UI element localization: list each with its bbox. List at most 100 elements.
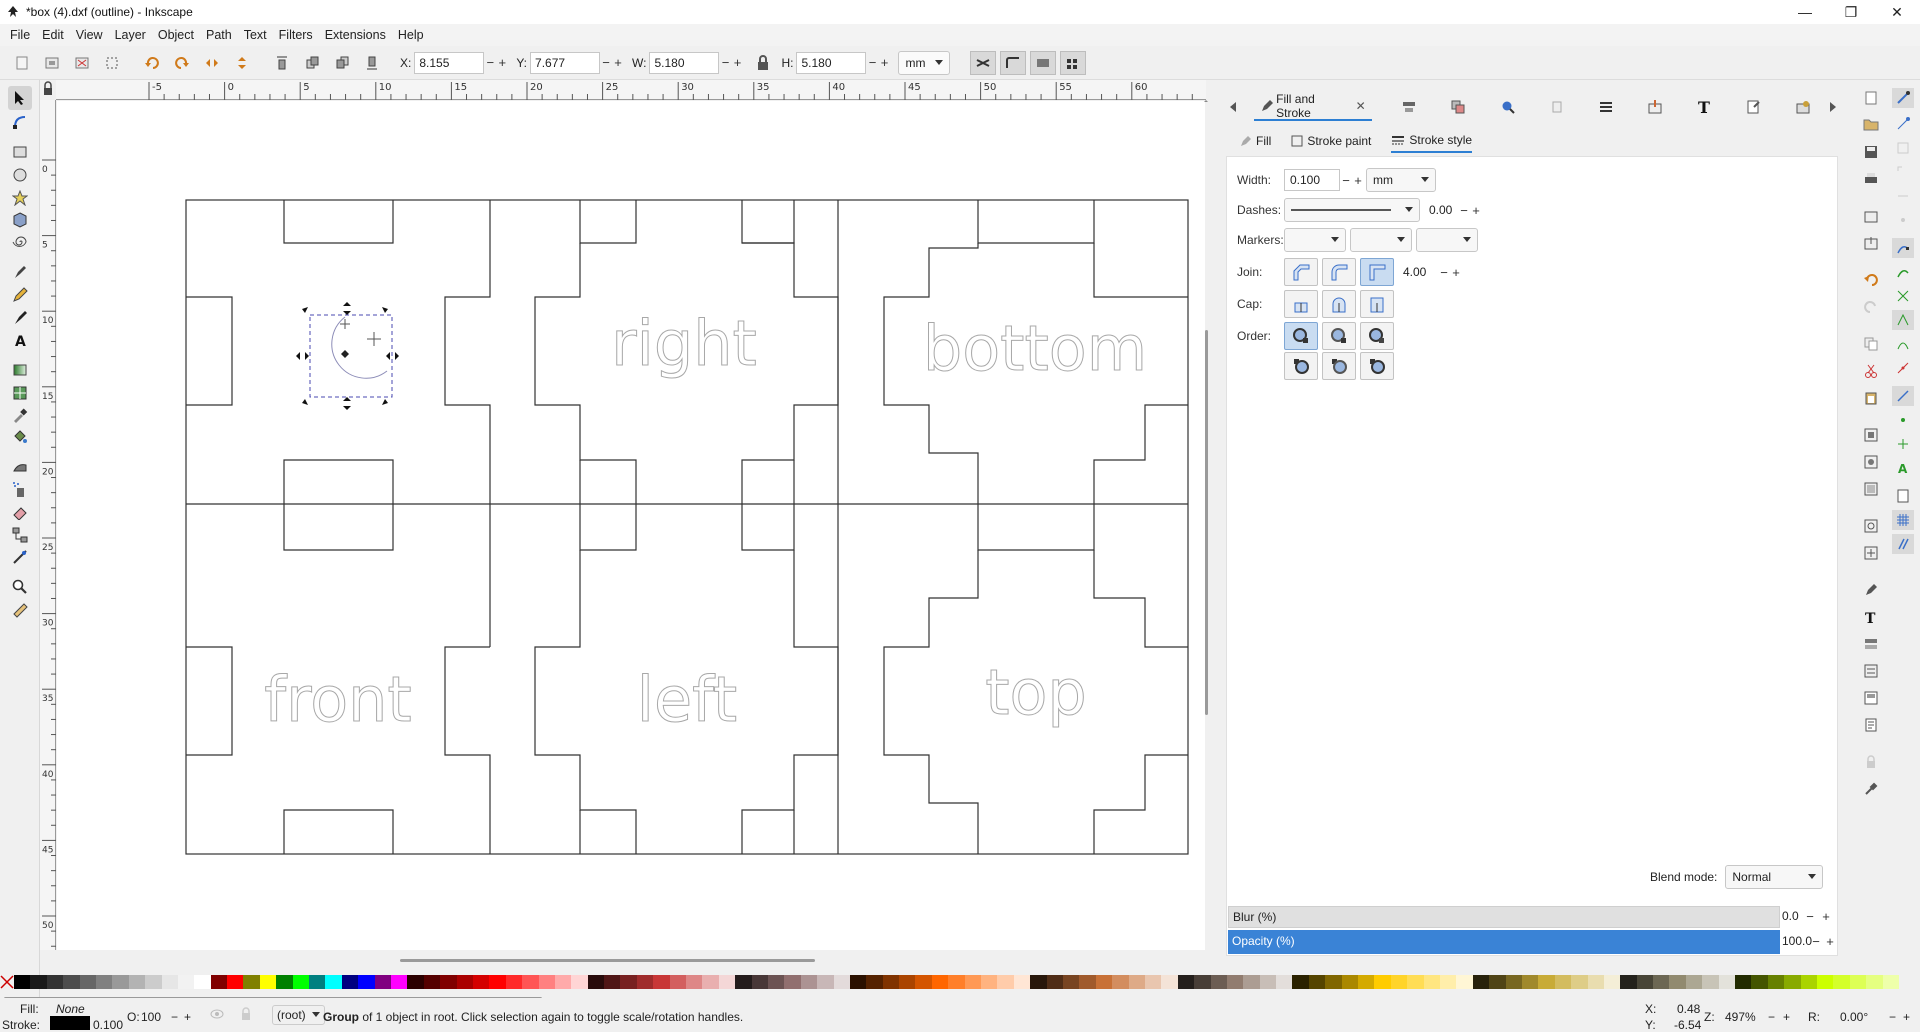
- node-tool-icon[interactable]: [8, 110, 32, 134]
- snap-paths-icon[interactable]: [1892, 262, 1914, 282]
- opacity-slider[interactable]: Opacity (%): [1228, 930, 1780, 954]
- text-and-font-icon[interactable]: T: [1860, 607, 1882, 627]
- stroke-width-value[interactable]: 0.100: [93, 1018, 123, 1032]
- palette-swatch[interactable]: [95, 975, 113, 989]
- palette-swatch[interactable]: [1767, 975, 1785, 989]
- palette-swatch[interactable]: [1653, 975, 1670, 989]
- menu-view[interactable]: View: [70, 28, 109, 42]
- palette-swatch[interactable]: [407, 975, 424, 989]
- palette-swatch[interactable]: [538, 975, 555, 989]
- width-unit-select[interactable]: mm: [1366, 168, 1436, 192]
- palette-swatch[interactable]: [341, 975, 359, 989]
- connector-tool-icon[interactable]: [8, 523, 32, 547]
- order-fill-markers-stroke-icon[interactable]: [1360, 322, 1394, 350]
- snap-bbox-corners-icon[interactable]: [1892, 162, 1914, 182]
- lock-icon[interactable]: [1860, 752, 1882, 772]
- palette-swatch[interactable]: [686, 975, 703, 989]
- palette-swatch[interactable]: [1439, 975, 1457, 989]
- drawing-canvas[interactable]: right bottom front left top: [57, 101, 1205, 950]
- palette-swatch[interactable]: [1669, 975, 1686, 989]
- paste-icon[interactable]: [1860, 388, 1882, 408]
- palette-swatch[interactable]: [1882, 975, 1899, 989]
- palette-swatch[interactable]: [194, 975, 211, 989]
- opacity-o-increment[interactable]: +: [184, 1010, 191, 1024]
- palette-swatch[interactable]: [751, 975, 768, 989]
- blur-increment[interactable]: +: [1820, 909, 1832, 924]
- text-tool-icon[interactable]: A: [8, 328, 32, 352]
- palette-swatch[interactable]: [14, 975, 31, 989]
- zoom-increment[interactable]: +: [1783, 1010, 1790, 1024]
- cut-icon[interactable]: [1860, 361, 1882, 381]
- raise-icon[interactable]: [300, 51, 324, 75]
- palette-swatch[interactable]: [1079, 975, 1096, 989]
- snap-nodes-icon[interactable]: [1892, 238, 1914, 258]
- palette-swatch[interactable]: [587, 975, 605, 989]
- zoom-decrement[interactable]: −: [1768, 1010, 1775, 1024]
- dash-pattern-select[interactable]: [1284, 198, 1420, 222]
- bezier-pen-tool-icon[interactable]: [8, 260, 32, 284]
- palette-swatch[interactable]: [1800, 975, 1817, 989]
- palette-swatch[interactable]: [702, 975, 719, 989]
- miter-limit-input[interactable]: 4.00: [1398, 261, 1438, 283]
- palette-swatch[interactable]: [1423, 975, 1440, 989]
- x-input[interactable]: 8.155: [414, 51, 485, 74]
- palette-swatch[interactable]: [784, 975, 801, 989]
- mesh-tool-icon[interactable]: [8, 381, 32, 405]
- palette-swatch[interactable]: [1702, 975, 1719, 989]
- tab-scroll-left-icon[interactable]: [1230, 102, 1238, 112]
- palette-swatch[interactable]: [571, 975, 588, 989]
- palette-swatch[interactable]: [817, 975, 834, 989]
- lpe-tool-icon[interactable]: [8, 545, 32, 569]
- palette-swatch[interactable]: [1571, 975, 1588, 989]
- rotate-ccw-icon[interactable]: [140, 51, 164, 75]
- palette-swatch[interactable]: [1603, 975, 1621, 989]
- miter-increment[interactable]: +: [1450, 265, 1462, 280]
- order-markers-fill-stroke-icon[interactable]: [1284, 352, 1318, 380]
- snap-bbox-icon[interactable]: [1892, 114, 1914, 134]
- close-window-button[interactable]: ✕: [1874, 0, 1920, 24]
- palette-swatch[interactable]: [620, 975, 637, 989]
- order-markers-stroke-fill-icon[interactable]: [1360, 352, 1394, 380]
- tweak-tool-icon[interactable]: [8, 455, 32, 479]
- vertical-scrollbar[interactable]: [1200, 100, 1212, 960]
- palette-swatch[interactable]: [1718, 975, 1736, 989]
- horizontal-scrollbar[interactable]: [57, 955, 1207, 967]
- symbols-icon[interactable]: [1860, 688, 1882, 708]
- rotate-cw-icon[interactable]: [170, 51, 194, 75]
- palette-swatch[interactable]: [899, 975, 916, 989]
- objects-icon[interactable]: [1860, 661, 1882, 681]
- zoom-tool-icon[interactable]: [8, 575, 32, 599]
- palette-swatch[interactable]: [1620, 975, 1637, 989]
- w-decrement[interactable]: −: [719, 55, 731, 70]
- palette-swatch[interactable]: [554, 975, 572, 989]
- zoom-page-icon[interactable]: [1860, 479, 1882, 499]
- palette-swatch[interactable]: [636, 975, 654, 989]
- y-decrement[interactable]: −: [600, 55, 612, 70]
- width-input[interactable]: 0.100: [1284, 169, 1340, 191]
- maximize-button[interactable]: ❐: [1828, 0, 1874, 24]
- save-document-icon[interactable]: [1860, 142, 1882, 162]
- palette-swatch[interactable]: [718, 975, 736, 989]
- palette-swatch[interactable]: [1226, 975, 1244, 989]
- palette-swatch[interactable]: [522, 975, 539, 989]
- palette-swatch[interactable]: [849, 975, 867, 989]
- order-stroke-markers-fill-icon[interactable]: [1322, 352, 1356, 380]
- palette-swatch[interactable]: [915, 975, 932, 989]
- snap-cusp-nodes-icon[interactable]: [1892, 310, 1914, 330]
- opacity-value[interactable]: 100.0: [1782, 934, 1812, 948]
- palette-swatch[interactable]: [1505, 975, 1522, 989]
- menu-object[interactable]: Object: [152, 28, 200, 42]
- lower-to-bottom-icon[interactable]: [360, 51, 384, 75]
- select-all-layers-icon[interactable]: [40, 51, 64, 75]
- palette-swatch[interactable]: [227, 975, 244, 989]
- flip-vertical-icon[interactable]: [230, 51, 254, 75]
- rectangle-tool-icon[interactable]: [8, 140, 32, 164]
- lock-ratio-icon[interactable]: [751, 51, 775, 75]
- snap-text-baseline-icon[interactable]: A: [1892, 458, 1914, 478]
- miter-decrement[interactable]: −: [1438, 265, 1450, 280]
- xml-editor-icon[interactable]: [1860, 580, 1882, 600]
- butt-cap-icon[interactable]: [1284, 290, 1318, 318]
- blur-slider[interactable]: Blur (%): [1228, 906, 1780, 928]
- palette-swatch[interactable]: [1013, 975, 1031, 989]
- palette-swatch[interactable]: [1194, 975, 1211, 989]
